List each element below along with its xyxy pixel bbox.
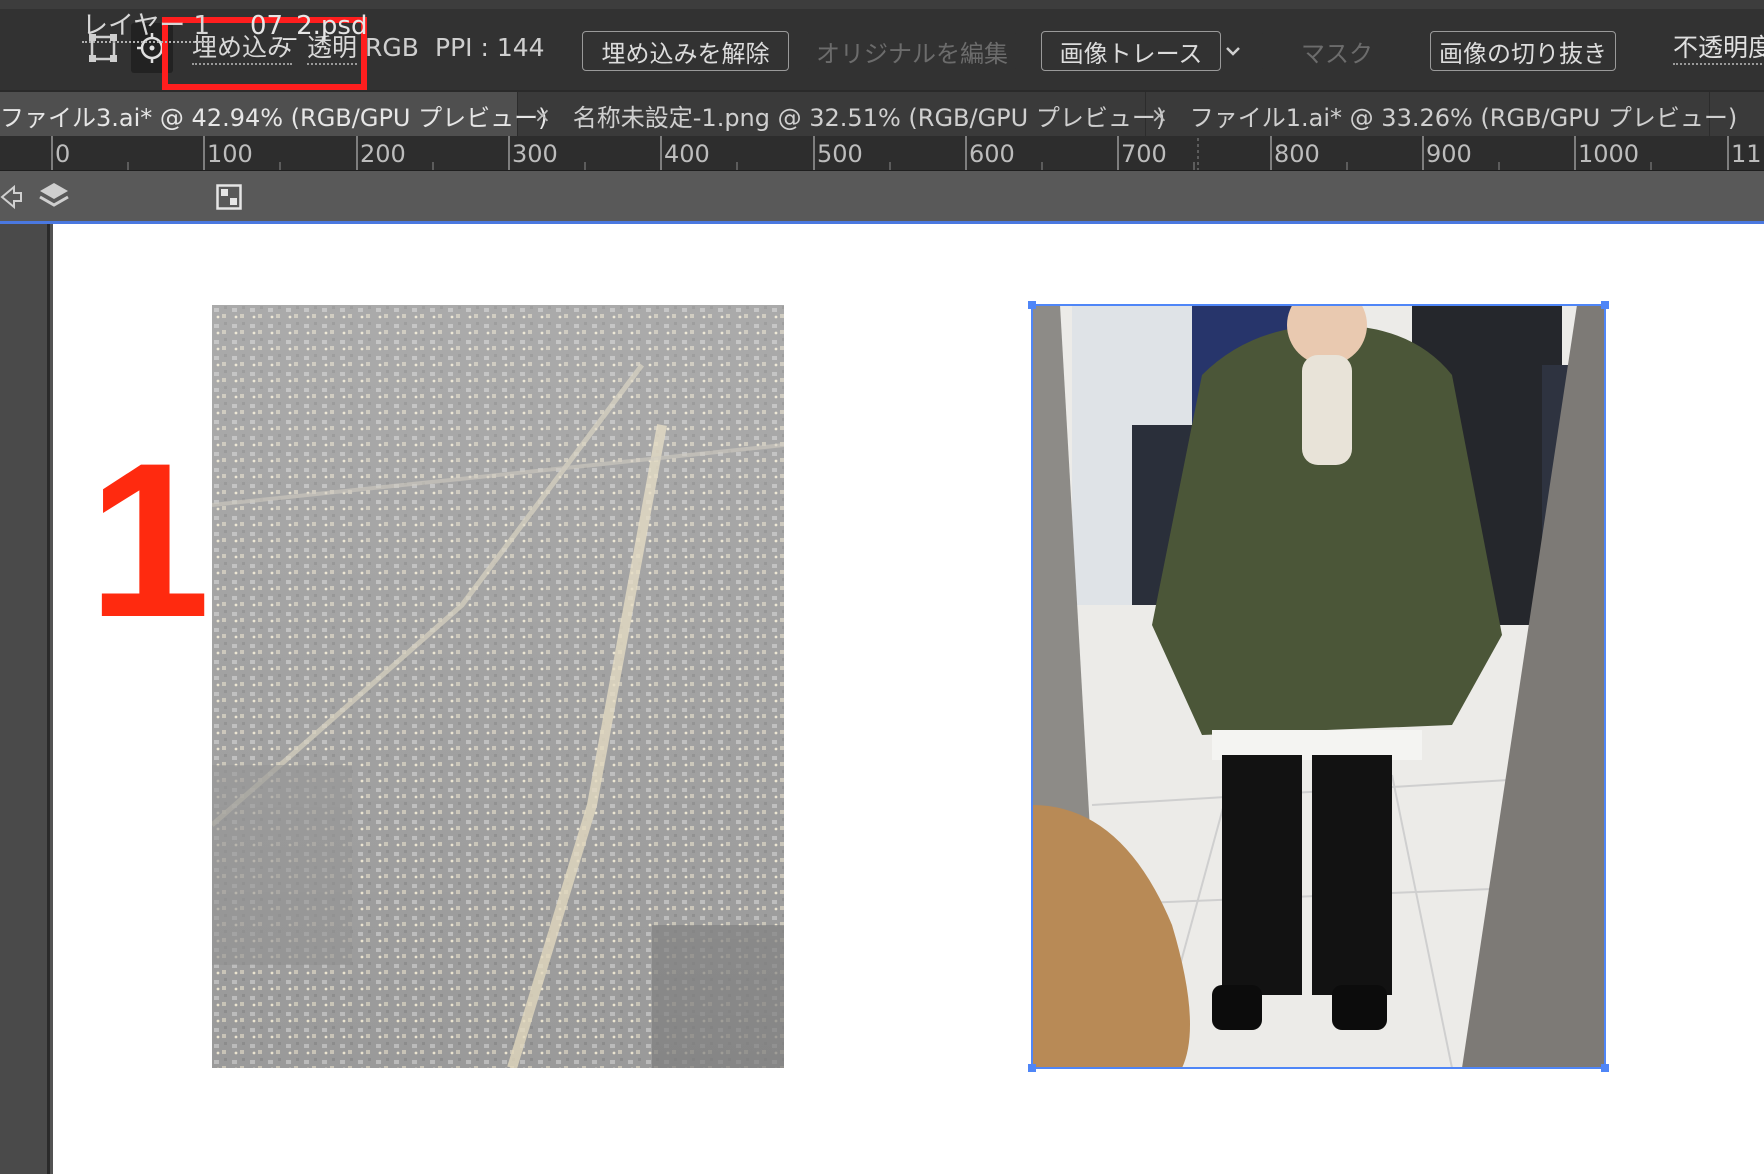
ruler-label: 11 [1731,140,1762,168]
ruler-label: 1000 [1578,140,1640,168]
mirror-selfie-photo[interactable] [1032,305,1605,1068]
edit-original-button[interactable]: オリジナルを編集 [808,31,1016,71]
breadcrumb-layer[interactable]: レイヤー 1 [82,11,211,43]
ruler-label: 500 [817,140,863,168]
tab-label: ファイル1.ai* @ 33.26% (RGB/GPU プレビュー) [1189,103,1738,132]
close-icon[interactable]: × [1151,103,1168,127]
crop-image-button[interactable]: 画像の切り抜き [1430,31,1616,71]
image-trace-button[interactable]: 画像トレース [1041,31,1221,71]
tab-file1[interactable]: × ファイル1.ai* @ 33.26% (RGB/GPU プレビュー) [1146,92,1737,138]
breadcrumb-file[interactable]: 07_2.psd [250,11,367,41]
ruler-label: 600 [969,140,1015,168]
tab-file3[interactable]: ファイル3.ai* @ 42.94% (RGB/GPU プレビュー) [0,92,548,138]
ruler-label: 400 [664,140,710,168]
placed-image-icon [216,184,242,214]
tab-untitled-1[interactable]: × 名称未設定-1.png @ 32.51% (RGB/GPU プレビュー) [518,92,1165,138]
ruler-label: 100 [207,140,253,168]
opacity-link[interactable]: 不透明度 [1673,34,1764,65]
breadcrumb [0,171,1764,221]
tab-label: 名称未設定-1.png @ 32.51% (RGB/GPU プレビュー) [572,103,1166,132]
tab-label: ファイル3.ai* @ 42.94% (RGB/GPU プレビュー) [0,103,548,132]
ruler-label: 200 [360,140,406,168]
ruler-label: 900 [1426,140,1472,168]
unembed-button[interactable]: 埋め込みを解除 [582,31,789,71]
mask-button[interactable]: マスク [1262,31,1412,71]
city-night-photo[interactable] [212,305,784,1068]
chevron-down-icon[interactable] [1222,39,1244,63]
vertical-ruler[interactable] [0,224,50,1174]
ruler-label: 300 [512,140,558,168]
ruler-label: 0 [55,140,71,168]
ruler-label: 800 [1274,140,1320,168]
step-number: 1 [88,417,211,663]
horizontal-ruler[interactable]: 0 100 200 300 400 500 600 700 800 900 10… [0,136,1764,171]
ppi-label: PPI : 144 [435,33,545,62]
ruler-ticks [51,136,1729,170]
color-mode-label: RGB [365,33,419,62]
document-tab-bar: ファイル3.ai* @ 42.94% (RGB/GPU プレビュー) × 名称未… [0,90,1764,138]
ruler-label: 700 [1121,140,1167,168]
back-arrow-icon[interactable] [0,184,22,214]
layers-icon [38,180,70,216]
close-icon[interactable]: × [534,103,551,127]
